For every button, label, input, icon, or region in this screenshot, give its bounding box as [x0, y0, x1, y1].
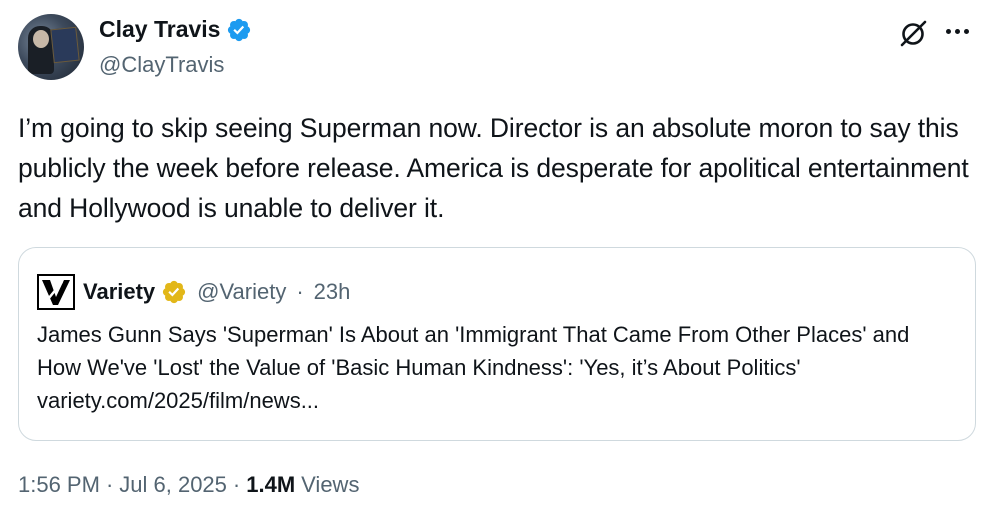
tweet-text: I’m going to skip seeing Superman now. D…: [18, 113, 969, 223]
variety-v-icon: [42, 280, 70, 305]
dot-icon: [964, 28, 969, 34]
dot-icon: [946, 28, 951, 34]
views-count: 1.4M: [246, 472, 296, 497]
footer-separator: ·: [105, 472, 114, 497]
more-icon[interactable]: [946, 26, 974, 36]
quoted-tweet-card[interactable]: Variety @Variety · 23h James Gunn Says '…: [18, 247, 976, 441]
quoted-time[interactable]: 23h: [314, 279, 351, 305]
grok-icon[interactable]: [897, 18, 929, 50]
quoted-display-name[interactable]: Variety: [83, 279, 155, 305]
tweet-time[interactable]: 1:56 PM: [18, 472, 100, 498]
avatar-face: [33, 30, 49, 48]
author-name-row: Clay Travis: [99, 16, 252, 43]
author-avatar[interactable]: [18, 14, 84, 80]
tweet-date[interactable]: Jul 6, 2025: [119, 472, 227, 498]
author-handle[interactable]: @ClayTravis: [99, 52, 224, 78]
footer-separator: ·: [232, 472, 241, 497]
quoted-handle[interactable]: @Variety: [197, 279, 286, 305]
verified-badge-icon: [228, 18, 251, 41]
dot-icon: [955, 28, 960, 34]
tweet-footer: 1:56 PM · Jul 6, 2025 · 1.4M Views: [18, 472, 359, 498]
quoted-tweet-header: Variety @Variety · 23h: [37, 274, 350, 310]
views-label: Views: [301, 472, 360, 497]
gold-verified-badge-icon: [163, 280, 186, 304]
quoted-separator: ·: [296, 279, 304, 304]
variety-logo-icon[interactable]: [37, 274, 75, 310]
author-display-name[interactable]: Clay Travis: [99, 16, 220, 43]
avatar-sign: [50, 26, 80, 64]
quoted-tweet-text: James Gunn Says 'Superman' Is About an '…: [37, 322, 910, 413]
